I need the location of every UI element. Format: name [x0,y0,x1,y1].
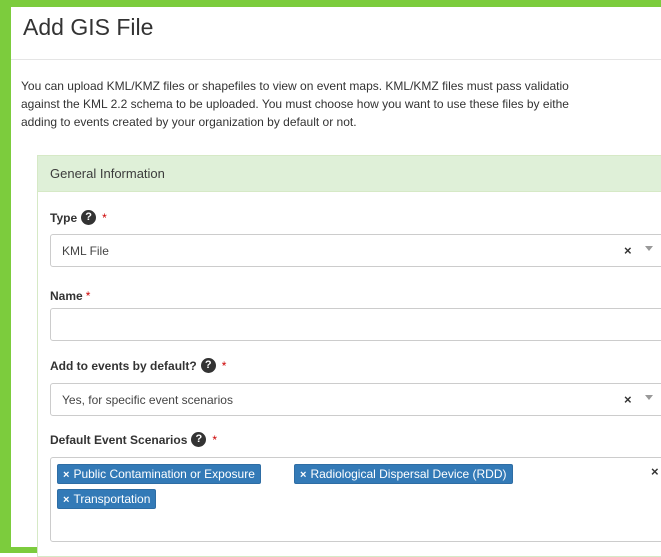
default-label-text: Add to events by default? [50,358,197,373]
help-icon[interactable]: ? [191,432,207,447]
default-label: Add to events by default? ? * [50,358,226,373]
default-select-value: Yes, for specific event scenarios [62,393,233,407]
type-select-value: KML File [62,244,109,258]
remove-tag-icon[interactable]: × [300,469,306,481]
remove-tag-icon[interactable]: × [63,494,69,506]
type-select[interactable]: KML File × [50,234,661,267]
intro-line-2: against the KML 2.2 schema to be uploade… [21,97,569,111]
scenario-tag: × Transportation [57,489,157,509]
required-marker: * [85,289,91,303]
scenario-tag-label: Radiological Dispersal Device (RDD) [310,467,507,481]
intro-text: You can upload KML/KMZ files or shapefil… [21,77,661,131]
clear-icon[interactable]: × [651,464,659,479]
default-select[interactable]: Yes, for specific event scenarios × [50,383,661,416]
clear-icon[interactable]: × [624,243,632,258]
page-title: Add GIS File [23,14,154,40]
required-marker: * [212,432,218,447]
green-frame-left [0,0,11,553]
general-information-header: General Information [37,155,661,192]
clear-icon[interactable]: × [624,392,632,407]
required-marker: * [221,358,227,373]
type-label-text: Type [50,210,78,225]
scenarios-label-text: Default Event Scenarios [50,432,188,447]
required-marker: * [102,210,107,225]
scenario-tag-label: Transportation [73,492,151,506]
chevron-down-icon[interactable] [645,395,653,400]
help-icon[interactable]: ? [200,358,216,373]
type-label: Type ? * [50,210,107,225]
name-label-text: Name [50,289,83,303]
intro-line-3: adding to events created by your organiz… [21,115,357,129]
name-input[interactable] [50,308,661,341]
remove-tag-icon[interactable]: × [63,469,69,481]
scenario-tag: × Radiological Dispersal Device (RDD) [294,464,513,484]
scenario-tag-label: Public Contamination or Exposure [73,467,255,481]
chevron-down-icon[interactable] [645,246,653,251]
title-divider [11,59,661,60]
name-label: Name * [50,289,90,303]
scenarios-multiselect[interactable]: × Public Contamination or Exposure × Radio… [50,457,661,542]
intro-line-1: You can upload KML/KMZ files or shapefil… [21,79,569,93]
scenario-tag: × Public Contamination or Exposure [57,464,261,484]
scenarios-label: Default Event Scenarios ? * [50,432,217,447]
help-icon[interactable]: ? [81,210,97,225]
section-title: General Information [50,166,165,181]
green-frame-top [0,0,661,7]
